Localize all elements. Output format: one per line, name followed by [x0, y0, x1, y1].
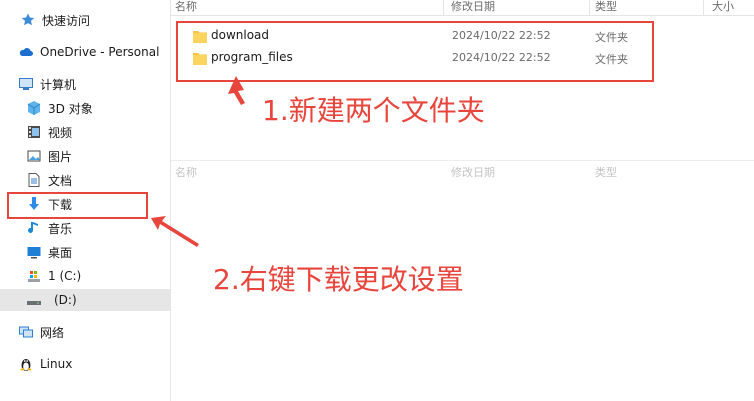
annotation-step1: 1.新建两个文件夹: [262, 94, 485, 127]
arrow-to-downloads: [151, 216, 199, 247]
annotation-arrows: [151, 76, 245, 247]
arrow-to-folders: [228, 76, 245, 105]
annotation-step2: 2.右键下载更改设置: [213, 263, 464, 296]
